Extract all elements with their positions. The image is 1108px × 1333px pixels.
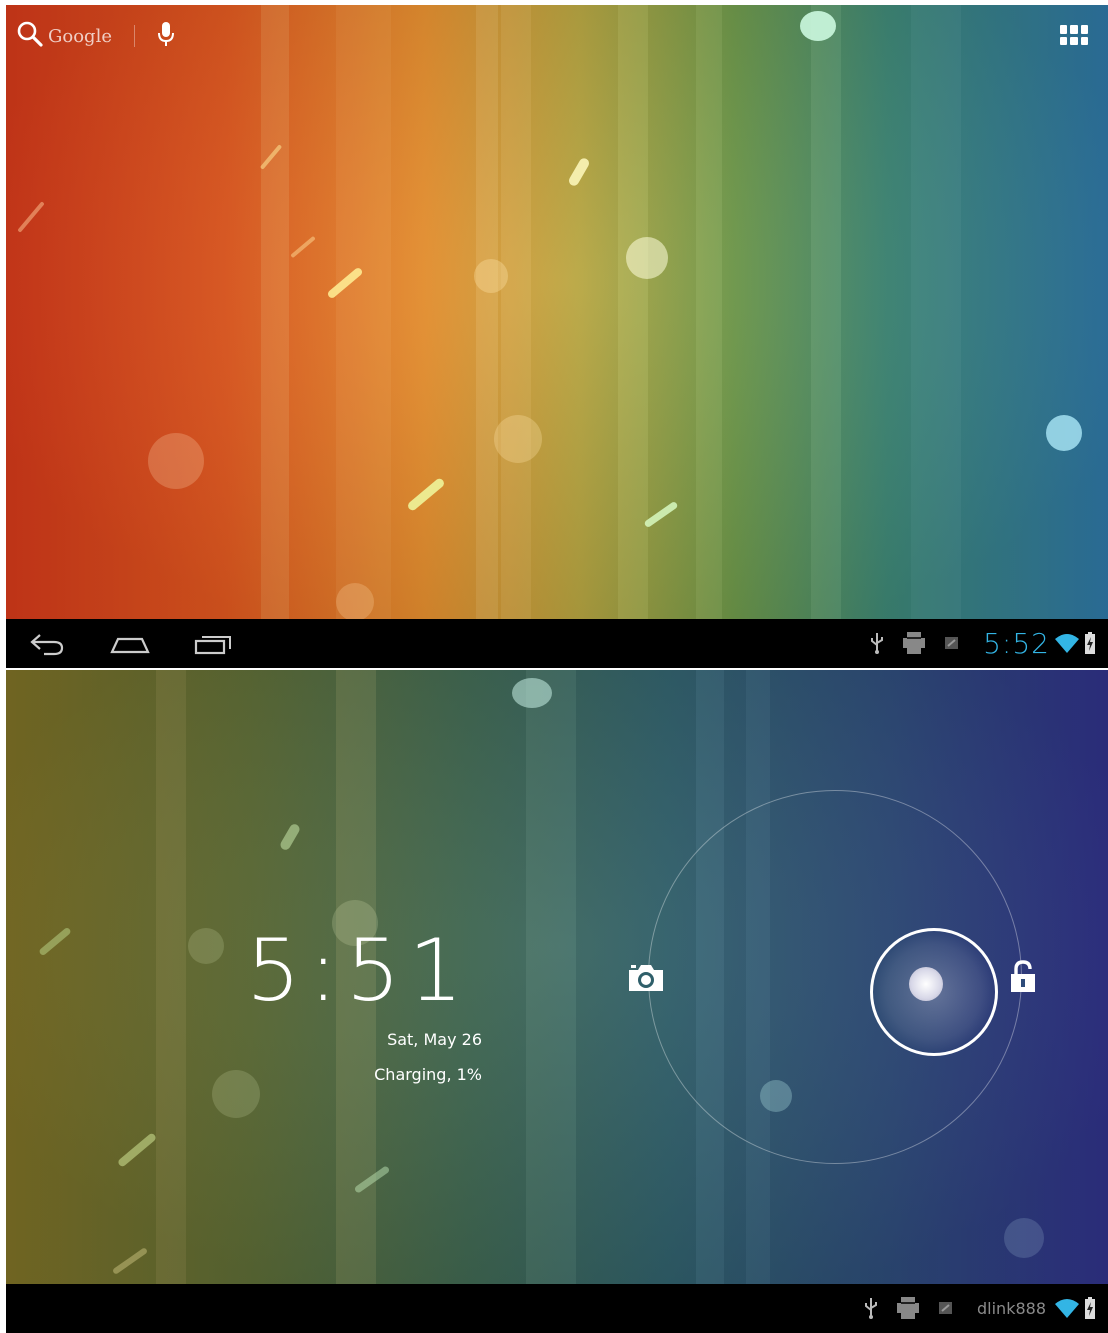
google-search-bar[interactable]: Google <box>16 19 175 53</box>
search-divider <box>133 25 135 47</box>
wallpaper-bokeh <box>494 415 542 463</box>
app-drawer-icon[interactable] <box>1060 25 1088 45</box>
status-bar[interactable]: dlink888 <box>845 1290 1096 1326</box>
grid-dot <box>1060 25 1068 34</box>
back-icon[interactable] <box>28 629 68 661</box>
microphone-icon[interactable] <box>157 20 175 52</box>
home-wallpaper <box>6 5 1108 619</box>
wallpaper-bokeh <box>626 237 668 279</box>
wallpaper-bokeh <box>336 583 374 619</box>
recent-apps-icon[interactable] <box>192 629 232 661</box>
home-screen: Google 5:52 <box>6 5 1108 668</box>
battery-charging-icon <box>1084 631 1096 655</box>
android-debug-icon <box>903 630 926 656</box>
search-icon[interactable] <box>16 20 44 52</box>
status-bar-clock: 5:52 <box>983 626 1050 660</box>
wallpaper-bokeh <box>212 1070 260 1118</box>
notification-icon <box>937 1299 955 1317</box>
battery-charging-icon <box>1084 1296 1096 1320</box>
home-icon[interactable] <box>108 629 152 661</box>
google-search-label[interactable]: Google <box>48 26 112 47</box>
camera-icon[interactable] <box>626 962 666 998</box>
wallpaper-bokeh <box>188 928 224 964</box>
lock-wallpaper: 5:51 Sat, May 26 Charging, 1% <box>6 670 1108 1284</box>
unlock-icon[interactable] <box>1008 960 1038 998</box>
wallpaper-bokeh <box>1004 1218 1044 1258</box>
unlock-handle-center[interactable] <box>909 967 943 1001</box>
system-navigation-bar: 5:52 <box>6 619 1108 668</box>
wallpaper-bokeh <box>474 259 508 293</box>
wallpaper-bokeh <box>800 11 836 41</box>
wallpaper-bokeh <box>148 433 204 489</box>
wallpaper-shade <box>6 5 1108 619</box>
usb-icon <box>863 1296 879 1320</box>
wifi-icon <box>1054 1297 1080 1319</box>
wifi-icon <box>1054 632 1080 654</box>
lock-screen: 5:51 Sat, May 26 Charging, 1% dlink888 <box>6 670 1108 1333</box>
wallpaper-bokeh <box>1046 415 1082 451</box>
android-debug-icon <box>897 1295 919 1321</box>
status-bar[interactable]: 5:52 <box>851 625 1096 661</box>
grid-dot <box>1080 25 1088 34</box>
wallpaper-bokeh <box>512 678 552 708</box>
lock-date: Sat, May 26 <box>387 1030 482 1049</box>
grid-dot <box>1070 36 1078 45</box>
notification-icon <box>943 634 961 652</box>
network-name: dlink888 <box>977 1298 1046 1318</box>
charging-status: Charging, 1% <box>374 1065 482 1084</box>
lock-clock: 5:51 <box>246 921 472 1021</box>
grid-dot <box>1070 25 1078 34</box>
grid-dot <box>1080 36 1088 45</box>
grid-dot <box>1060 36 1068 45</box>
system-navigation-bar: dlink888 <box>6 1284 1108 1333</box>
usb-icon <box>869 631 885 655</box>
